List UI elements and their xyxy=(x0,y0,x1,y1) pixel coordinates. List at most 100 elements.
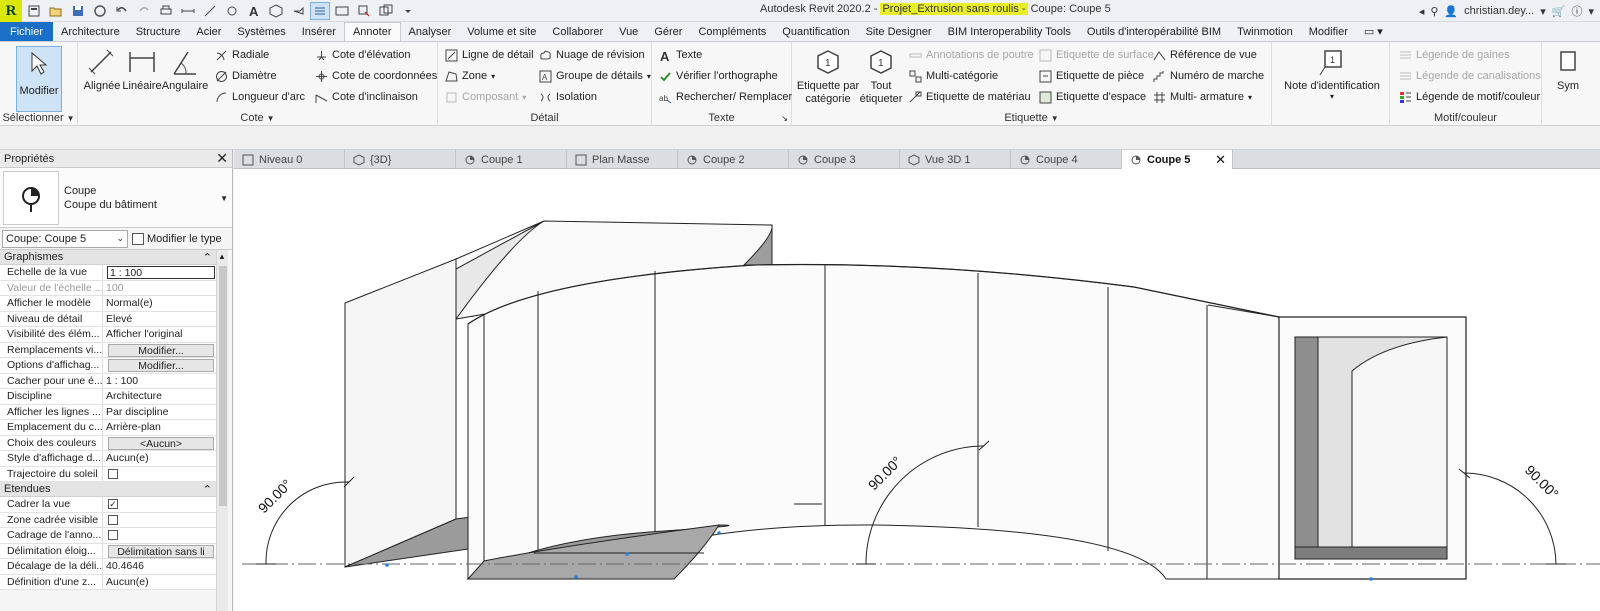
collapse-icon[interactable]: ⌃ xyxy=(203,483,212,496)
tab-twinmotion[interactable]: Twinmotion xyxy=(1229,22,1301,41)
property-value[interactable] xyxy=(103,528,216,543)
panel-launcher-icon[interactable]: ↘ xyxy=(781,114,788,123)
property-edit-button[interactable]: Modifier... xyxy=(108,343,214,357)
close-hidden-icon[interactable] xyxy=(332,2,352,20)
tag-icon[interactable] xyxy=(222,2,242,20)
property-value[interactable]: ✓ xyxy=(103,497,216,512)
view-tab[interactable]: Coupe 2 xyxy=(678,150,789,169)
view-tab[interactable]: Coupe 3 xyxy=(789,150,900,169)
chevron-down-icon[interactable]: ▾ xyxy=(1588,5,1594,18)
tag-all-button[interactable]: 1 Tout étiqueter xyxy=(860,46,902,106)
property-edit-button[interactable]: Modifier... xyxy=(108,359,214,372)
region-button[interactable]: Zone ▾ xyxy=(444,67,495,85)
property-checkbox[interactable] xyxy=(108,530,118,540)
property-value[interactable]: Aucun(e) xyxy=(103,575,216,590)
tab-systems[interactable]: Systèmes xyxy=(229,22,293,41)
linear-dimension-button[interactable]: Linéaire xyxy=(122,46,162,93)
save-icon[interactable] xyxy=(68,2,88,20)
customize-qat-icon[interactable] xyxy=(398,2,418,20)
tab-steel[interactable]: Acier xyxy=(188,22,229,41)
duct-legend-button[interactable]: Légende de gaines xyxy=(1398,46,1510,64)
component-button[interactable]: Composant ▾ xyxy=(444,88,526,106)
view-tab[interactable]: Niveau 0 xyxy=(234,150,345,169)
edit-type-button[interactable]: Modifier le type xyxy=(132,232,222,245)
ribbon-minimize-icon[interactable]: ▭ ▾ xyxy=(1356,22,1391,41)
cart-icon[interactable]: 🛒 xyxy=(1552,5,1566,18)
tab-analyze[interactable]: Analyser xyxy=(401,22,460,41)
beam-annotations-button[interactable]: Annotations de poutre xyxy=(908,46,1034,64)
property-group-header[interactable]: Graphismes ⌃ xyxy=(0,250,216,265)
spot-slope-button[interactable]: Cote d'inclinaison xyxy=(314,88,418,106)
tab-annotate[interactable]: Annoter xyxy=(343,22,401,41)
measure-icon[interactable] xyxy=(178,2,198,20)
drawing-area[interactable]: 90.00° 90.00° 90.00° xyxy=(234,169,1600,611)
view-tab[interactable]: {3D} xyxy=(345,150,456,169)
keynote-button[interactable]: 1 Note d'identification ▾ xyxy=(1282,46,1382,101)
dimension-panel-label[interactable]: Cote ▼ xyxy=(78,112,437,124)
diameter-dimension-button[interactable]: Diamètre xyxy=(214,67,277,85)
find-replace-button[interactable]: ab Rechercher/ Remplacer xyxy=(658,88,793,106)
view-reference-button[interactable]: Référence de vue xyxy=(1152,46,1257,64)
multi-rebar-button[interactable]: Multi- armature ▾ xyxy=(1152,88,1252,106)
undo-icon[interactable] xyxy=(112,2,132,20)
revit-logo-button[interactable]: R xyxy=(0,0,22,22)
user-name[interactable]: christian.dey... xyxy=(1464,5,1534,17)
property-value[interactable]: Afficher l'original xyxy=(103,327,216,342)
view-tab[interactable]: Vue 3D 1 xyxy=(900,150,1011,169)
revision-cloud-button[interactable]: Nuage de révision xyxy=(538,46,645,64)
radial-dimension-button[interactable]: Radiale xyxy=(214,46,269,64)
material-tag-button[interactable]: Etiquette de matériau xyxy=(908,88,1031,106)
view-tab[interactable]: Coupe 4 xyxy=(1011,150,1122,169)
property-value[interactable]: Elevé xyxy=(103,312,216,327)
spot-elevation-button[interactable]: Cote d'élévation xyxy=(314,46,411,64)
property-value[interactable] xyxy=(103,513,216,528)
collapse-icon[interactable]: ⌃ xyxy=(203,251,212,264)
modify-button[interactable]: Modifier xyxy=(16,46,62,112)
tag-by-category-button[interactable]: 1 Etiquette par catégorie xyxy=(796,46,860,106)
home-icon[interactable] xyxy=(24,2,44,20)
tab-addins[interactable]: Compléments xyxy=(690,22,774,41)
tab-structure[interactable]: Structure xyxy=(128,22,189,41)
property-input[interactable]: 1 : 100 xyxy=(107,266,215,279)
spot-coordinate-button[interactable]: Cote de coordonnées xyxy=(314,67,437,85)
switch-windows-icon[interactable] xyxy=(354,2,374,20)
nav-back-icon[interactable]: ◂ xyxy=(1419,5,1425,18)
tab-file[interactable]: Fichier xyxy=(0,22,54,41)
select-panel-label[interactable]: Sélectionner ▼ xyxy=(0,112,77,124)
tab-manage[interactable]: Gérer xyxy=(646,22,690,41)
property-value[interactable]: Normal(e) xyxy=(103,296,216,311)
detail-group-button[interactable]: A Groupe de détails ▾ xyxy=(538,67,651,85)
close-icon[interactable]: ✕ xyxy=(1215,152,1226,168)
tag-panel-label[interactable]: Etiquette ▼ xyxy=(792,112,1271,124)
tab-bim-interop-tools[interactable]: BIM Interoperability Tools xyxy=(940,22,1079,41)
property-value[interactable]: Délimitation sans li xyxy=(103,544,216,559)
aligned-dimension-button[interactable]: Alignée xyxy=(82,46,122,93)
properties-scrollbar[interactable]: ▲ xyxy=(216,250,228,611)
area-tag-button[interactable]: Etiquette de surface xyxy=(1038,46,1154,64)
property-edit-button[interactable]: <Aucun> xyxy=(108,436,214,450)
property-group-header[interactable]: Etendues ⌃ xyxy=(0,482,216,497)
text-button[interactable]: A Texte xyxy=(658,46,703,64)
insulation-button[interactable]: Isolation xyxy=(538,88,597,106)
property-value[interactable]: Arrière-plan xyxy=(103,420,216,435)
help-icon[interactable]: ⓘ xyxy=(1571,3,1582,19)
spelling-button[interactable]: Vérifier l'orthographe xyxy=(658,67,778,85)
property-value[interactable]: Architecture xyxy=(103,389,216,404)
scrollbar-thumb[interactable] xyxy=(219,266,227,506)
windows-icon[interactable] xyxy=(376,2,396,20)
view-tab[interactable]: Coupe 5 ✕ xyxy=(1122,150,1233,169)
thin-lines-icon[interactable] xyxy=(310,2,330,20)
property-checkbox[interactable] xyxy=(108,468,118,479)
view-tab[interactable]: Plan Masse xyxy=(567,150,678,169)
tab-insert[interactable]: Insérer xyxy=(294,22,344,41)
type-selector[interactable]: Coupe Coupe du bâtiment ▼ xyxy=(0,168,232,228)
property-value[interactable]: <Aucun> xyxy=(103,436,216,451)
tab-modify[interactable]: Modifier xyxy=(1301,22,1356,41)
instance-filter-select[interactable]: Coupe: Coupe 5 ⌄ xyxy=(2,229,128,248)
symbol-button[interactable]: Sym xyxy=(1548,46,1588,93)
open-icon[interactable] xyxy=(46,2,66,20)
section-view-drawing[interactable]: 90.00° 90.00° 90.00° xyxy=(234,169,1600,611)
aligned-dimension-icon[interactable] xyxy=(200,2,220,20)
redo-icon[interactable] xyxy=(134,2,154,20)
close-icon[interactable]: ✕ xyxy=(216,150,228,167)
